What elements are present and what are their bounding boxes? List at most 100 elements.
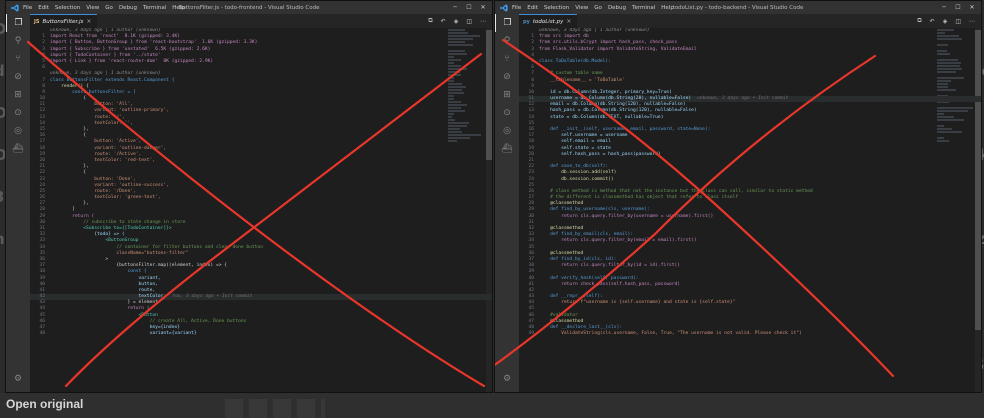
tab-buttonsfilter-js[interactable]: JS ButtonsFilter.js ×: [30, 14, 98, 28]
code-text: // subscribe to state change in store: [50, 219, 186, 225]
close-icon[interactable]: ✕: [476, 1, 490, 14]
split-editor-icon[interactable]: ◫: [955, 18, 961, 25]
code-text: def save_to_db(self):: [539, 164, 609, 170]
code-text: def __repr__(self):: [539, 294, 603, 300]
code-text: self.state = state: [539, 145, 611, 151]
menu-debug[interactable]: Debug: [119, 5, 137, 11]
code-text: class ToDoTable(db.Model):: [539, 58, 611, 64]
settings-gear-icon[interactable]: ⚙: [6, 370, 30, 388]
open-changes-icon[interactable]: ↶: [441, 18, 446, 25]
menu-selection[interactable]: Selection: [544, 5, 569, 11]
menu-debug[interactable]: Debug: [608, 5, 626, 11]
editor-actions: ⧉ ↶ ◈ ◫ ⋯: [428, 14, 486, 28]
menu-bar: File Edit Selection View Go Debug Terminal Help: [512, 5, 674, 11]
code-editor[interactable]: unknown, 3 days ago | 1 author (unknown)…: [519, 28, 981, 392]
thumbnail-strip[interactable]: [225, 399, 325, 418]
menu-view[interactable]: View: [86, 5, 99, 11]
code-text: textColor,: [50, 294, 167, 300]
preview-icon[interactable]: ◈: [943, 18, 948, 25]
code-text: @classmethod: [539, 318, 584, 324]
code-text: const {: [50, 269, 147, 275]
backdrop-fragment: h: [0, 230, 5, 248]
javascript-file-icon: JS: [34, 18, 40, 25]
menu-view[interactable]: View: [575, 5, 588, 11]
search-icon[interactable]: ⚲: [495, 32, 519, 50]
search-icon[interactable]: ⚲: [6, 32, 30, 50]
maximize-icon[interactable]: ☐: [462, 1, 476, 14]
code-text: return cls.query.filter_by(username = us…: [539, 213, 714, 219]
open-changes-icon[interactable]: ↶: [930, 18, 935, 25]
source-control-icon[interactable]: ⑂: [495, 50, 519, 68]
menu-go[interactable]: Go: [105, 5, 113, 11]
code-text: import { Subscribe } from 'unstated' 6.5…: [50, 46, 211, 52]
code-text: id = db.Column(db.Integer, primary_key=T…: [539, 89, 672, 95]
code-text: button: 'Active',: [50, 139, 142, 145]
tab-close-icon[interactable]: ×: [566, 18, 571, 25]
files-icon[interactable]: ❐: [6, 14, 30, 32]
debug-icon[interactable]: ⊘: [495, 68, 519, 86]
menu-file[interactable]: File: [512, 5, 521, 11]
minimize-icon[interactable]: ─: [448, 1, 462, 14]
code-text: return cls.query.filter_by(email = email…: [539, 238, 697, 244]
code-text: state = db.Column(db.TEXT, nullable=True…: [539, 114, 664, 120]
menu-selection[interactable]: Selection: [55, 5, 80, 11]
debug-icon[interactable]: ⊘: [6, 68, 30, 86]
code-text: render() {: [50, 83, 89, 89]
vscode-logo-icon: [10, 3, 19, 12]
code-text: variant={variant}: [50, 331, 197, 337]
code-text: db.session.add(self): [539, 170, 617, 176]
close-icon[interactable]: ✕: [965, 1, 979, 14]
code-text: variant: 'outline-success',: [50, 182, 169, 188]
menu-terminal[interactable]: Terminal: [632, 5, 655, 11]
source-control-icon[interactable]: ⑂: [6, 50, 30, 68]
code-text: #validator: [539, 312, 578, 318]
open-original-link[interactable]: Open original: [6, 397, 83, 411]
tab-close-icon[interactable]: ×: [86, 18, 91, 25]
files-icon[interactable]: ❐: [495, 14, 519, 32]
window-controls: ─ ☐ ✕: [937, 1, 979, 14]
code-text: },: [50, 127, 89, 132]
remote-icon[interactable]: ⊙: [6, 104, 30, 122]
code-text: class ButtonsFilter extends React.Compon…: [50, 77, 175, 83]
code-text: <ButtonGroup: [50, 238, 139, 244]
remote-icon[interactable]: ⊙: [495, 104, 519, 122]
menu-terminal[interactable]: Terminal: [143, 5, 166, 11]
title-bar: File Edit Selection View Go Debug Terminal Help…: [6, 1, 492, 14]
code-text: className="buttons-filter": [50, 250, 189, 256]
maximize-icon[interactable]: ☐: [951, 1, 965, 14]
preview-icon[interactable]: ◈: [454, 18, 459, 25]
tab-label: todoList.py: [532, 18, 564, 25]
menu-bar: File Edit Selection View Go Debug Terminal Help: [23, 5, 185, 11]
code-text: const buttonsFilter = [: [50, 89, 136, 95]
compare-icon[interactable]: ⧉: [917, 17, 921, 25]
code-text: def __declare_last__(cls):: [539, 325, 622, 330]
menu-go[interactable]: Go: [594, 5, 602, 11]
menu-edit[interactable]: Edit: [38, 5, 49, 11]
code-text: route: '/Active',: [50, 151, 142, 157]
code-text: def verify_hash(self, password):: [539, 275, 639, 281]
code-text: hash_pass = db.Column(db.String(120), nu…: [539, 108, 697, 114]
extensions-icon[interactable]: ⊞: [6, 86, 30, 104]
split-editor-icon[interactable]: ◫: [466, 18, 472, 25]
tab-bar: py todoList.py × ⧉ ↶ ◈ ◫ ⋯: [519, 14, 981, 28]
minimize-icon[interactable]: ─: [937, 1, 951, 14]
docker-icon[interactable]: ⛴: [6, 140, 30, 158]
gitlens-icon[interactable]: ◎: [6, 122, 30, 140]
code-text: } = element: [50, 300, 158, 306]
code-text: return cls.query.filter_by(id = id).firs…: [539, 263, 681, 269]
code-text: button: 'Done',: [50, 176, 136, 182]
code-text: def find_by_username(cls, username):: [539, 207, 650, 213]
docker-icon[interactable]: ⛴: [495, 140, 519, 158]
code-text: return (: [50, 213, 95, 219]
extensions-icon[interactable]: ⊞: [495, 86, 519, 104]
tab-todolist-py[interactable]: py todoList.py ×: [519, 14, 578, 28]
code-editor[interactable]: unknown, 3 days ago | 1 author (unknown)…: [30, 28, 492, 392]
code-text: route,: [50, 287, 156, 293]
menu-edit[interactable]: Edit: [527, 5, 538, 11]
settings-gear-icon[interactable]: ⚙: [495, 370, 519, 388]
gitlens-icon[interactable]: ◎: [495, 122, 519, 140]
menu-file[interactable]: File: [23, 5, 32, 11]
more-actions-icon[interactable]: ⋯: [480, 18, 486, 25]
compare-icon[interactable]: ⧉: [428, 17, 432, 25]
more-actions-icon[interactable]: ⋯: [969, 18, 975, 25]
